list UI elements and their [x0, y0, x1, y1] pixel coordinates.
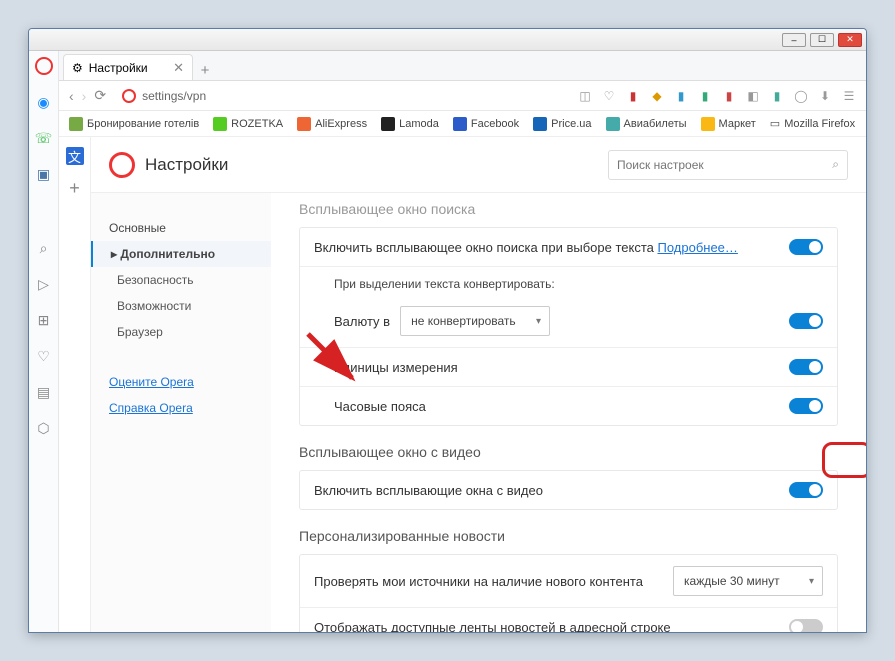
reload-button[interactable]: ⟳: [94, 87, 106, 104]
sidebar-item-basic[interactable]: Основные: [91, 215, 271, 241]
toggle-popup-search[interactable]: [789, 239, 823, 255]
address-bar: ‹ › ⟳ settings/vpn ◫ ♡ ▮ ◆ ▮ ▮ ▮ ◧ ▮: [59, 81, 866, 111]
window-close-button[interactable]: ✕: [838, 33, 862, 47]
ext4-icon[interactable]: ▮: [698, 89, 712, 103]
grid-dock-icon[interactable]: ⊞: [35, 311, 53, 329]
section-title-video: Всплывающее окно с видео: [299, 444, 838, 460]
menu-icon[interactable]: ☰: [842, 89, 856, 103]
browser-window: – ☐ ✕ ◉ ☏ ▣ ⌕ ▷ ⊞ ♡ ▤ ⬡ ⚙ Настройки ✕: [28, 28, 867, 633]
sidebar-item-browser[interactable]: Браузер: [91, 319, 271, 345]
ext3-icon[interactable]: ▮: [674, 89, 688, 103]
opera-logo-icon: [109, 152, 135, 178]
sidebar-item-features[interactable]: Возможности: [91, 293, 271, 319]
opera-menu-icon[interactable]: [35, 57, 53, 75]
search-input[interactable]: [617, 158, 832, 172]
ext2-icon[interactable]: ◆: [650, 89, 664, 103]
currency-select[interactable]: не конвертировать: [400, 306, 550, 336]
note-dock-icon[interactable]: ▤: [35, 383, 53, 401]
toggle-news-feed[interactable]: [789, 619, 823, 632]
window-maximize-button[interactable]: ☐: [810, 33, 834, 47]
bookmark-item[interactable]: AliExpress: [297, 117, 367, 131]
rail-translate-icon[interactable]: 文: [66, 147, 84, 165]
new-tab-button[interactable]: +: [193, 60, 217, 80]
toggle-timezones[interactable]: [789, 398, 823, 414]
units-label: Единицы измерения: [334, 360, 779, 375]
settings-search[interactable]: ⌕: [608, 150, 848, 180]
ext1-icon[interactable]: ▮: [626, 89, 640, 103]
rail-add-button[interactable]: +: [66, 179, 84, 197]
currency-label: Валюту в: [334, 314, 390, 329]
sidebar-link-rate[interactable]: Оцените Opera: [91, 369, 271, 395]
learn-more-link[interactable]: Подробнее…: [657, 240, 737, 255]
window-minimize-button[interactable]: –: [782, 33, 806, 47]
bookmark-item[interactable]: ROZETKA: [213, 117, 283, 131]
settings-rail: 文 +: [59, 137, 91, 632]
ext6-icon[interactable]: ◧: [746, 89, 760, 103]
news-feed-label: Отображать доступные ленты новостей в ад…: [314, 620, 779, 633]
search-icon: ⌕: [832, 157, 839, 172]
vk-icon[interactable]: ▣: [35, 165, 53, 183]
sub-header: При выделении текста конвертировать:: [300, 267, 837, 295]
gear-icon: ⚙: [72, 61, 83, 75]
cube-dock-icon[interactable]: ⬡: [35, 419, 53, 437]
bookmark-item[interactable]: Бронирование готелів: [69, 117, 199, 131]
settings-header: Настройки ⌕: [91, 137, 866, 193]
tab-title: Настройки: [89, 61, 148, 75]
section-title: Всплывающее окно поиска: [299, 201, 838, 217]
bookmark-item[interactable]: Price.ua: [533, 117, 591, 131]
heart-dock-icon[interactable]: ♡: [35, 347, 53, 365]
section-title-news: Персонализированные новости: [299, 528, 838, 544]
ext5-icon[interactable]: ▮: [722, 89, 736, 103]
toggle-units[interactable]: [789, 359, 823, 375]
video-popup-label: Включить всплывающие окна с видео: [314, 483, 779, 498]
bookmark-item[interactable]: ▭ Mozilla Firefox: [770, 117, 855, 130]
opera-url-icon: [122, 89, 136, 103]
download-icon[interactable]: ⬇: [818, 89, 832, 103]
ext7-icon[interactable]: ▮: [770, 89, 784, 103]
timezones-label: Часовые пояса: [334, 399, 779, 414]
sidebar-link-help[interactable]: Справка Opera: [91, 395, 271, 421]
tab-strip: ⚙ Настройки ✕ +: [59, 51, 866, 81]
send-dock-icon[interactable]: ▷: [35, 275, 53, 293]
settings-sidebar: Основные ▸ Дополнительно Безопасность Во…: [91, 193, 271, 632]
search-dock-icon[interactable]: ⌕: [35, 239, 53, 257]
url-field[interactable]: settings/vpn: [114, 86, 570, 106]
news-check-label: Проверять мои источники на наличие новог…: [314, 574, 663, 589]
toggle-video-popup[interactable]: [789, 482, 823, 498]
messenger-icon[interactable]: ◉: [35, 93, 53, 111]
forward-button[interactable]: ›: [82, 88, 87, 104]
left-dock: ◉ ☏ ▣ ⌕ ▷ ⊞ ♡ ▤ ⬡: [29, 51, 59, 632]
news-interval-select[interactable]: каждые 30 минут: [673, 566, 823, 596]
tab-close-icon[interactable]: ✕: [173, 60, 184, 76]
window-titlebar: – ☐ ✕: [29, 29, 866, 51]
bookmark-item[interactable]: Маркет: [701, 117, 756, 131]
back-button[interactable]: ‹: [69, 88, 74, 104]
profile-icon[interactable]: ◯: [794, 89, 808, 103]
sidebar-item-advanced[interactable]: ▸ Дополнительно: [91, 241, 271, 267]
toolbar-extensions: ◫ ♡ ▮ ◆ ▮ ▮ ▮ ◧ ▮ ◯ ⬇ ☰: [578, 89, 856, 103]
tab-settings[interactable]: ⚙ Настройки ✕: [63, 54, 193, 80]
toggle-currency[interactable]: [789, 313, 823, 329]
url-text: settings/vpn: [142, 89, 206, 103]
sidebar-item-security[interactable]: Безопасность: [91, 267, 271, 293]
whatsapp-icon[interactable]: ☏: [35, 129, 53, 147]
bookmark-item[interactable]: Авиабилеты: [606, 117, 687, 131]
bookmarks-bar: Бронирование готелів ROZETKA AliExpress …: [59, 111, 866, 137]
bookmark-item[interactable]: Lamoda: [381, 117, 439, 131]
bookmark-item[interactable]: Facebook: [453, 117, 519, 131]
heart-toolbar-icon[interactable]: ♡: [602, 89, 616, 103]
page-title: Настройки: [145, 155, 228, 175]
settings-main: Всплывающее окно поиска Включить всплыва…: [271, 193, 866, 632]
camera-icon[interactable]: ◫: [578, 89, 592, 103]
